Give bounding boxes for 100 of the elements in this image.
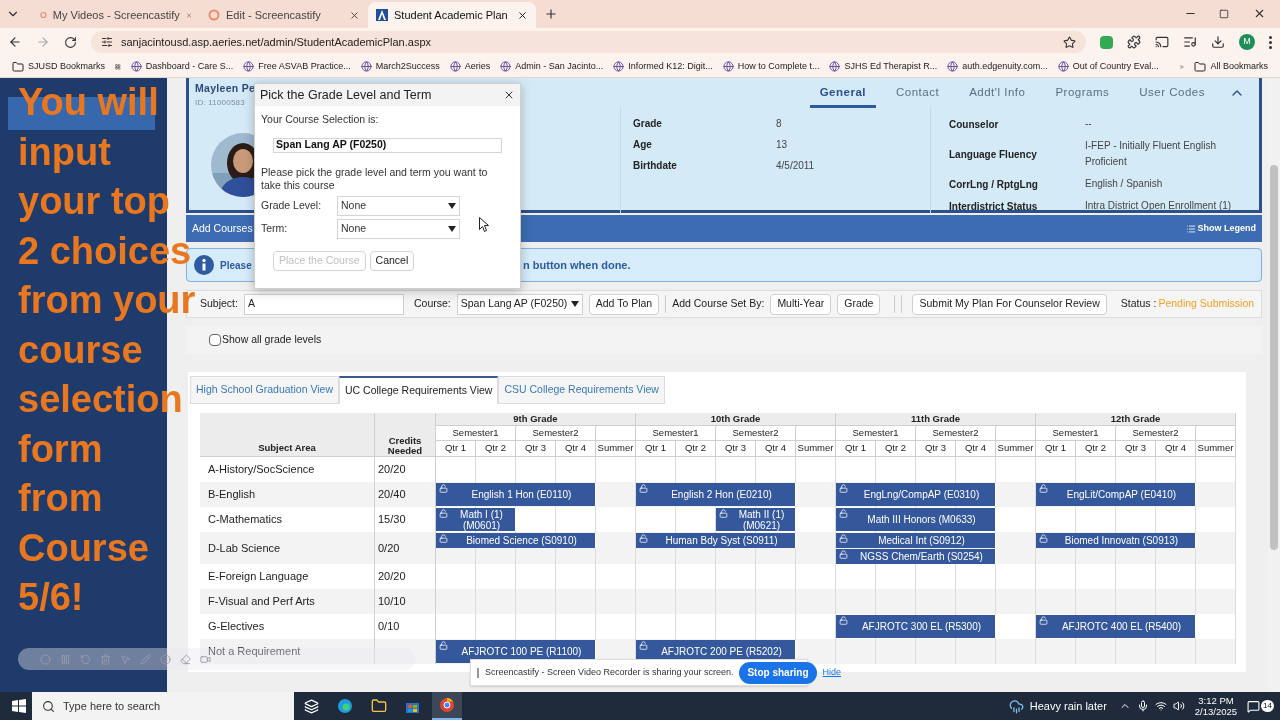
add-to-plan-button[interactable]: Add To Plan xyxy=(588,293,660,315)
close-icon[interactable] xyxy=(503,89,515,101)
course-block[interactable]: EngLng/CompAP (E0310) xyxy=(836,483,996,506)
course-block[interactable]: EngLit/CompAP (E0410) xyxy=(1036,483,1196,506)
quarter-header: Qtr 4 xyxy=(956,441,996,457)
browser-tab[interactable]: My Videos - Screencastify xyxy=(32,2,200,28)
restart-icon[interactable] xyxy=(80,653,91,665)
media-icon[interactable] xyxy=(1183,35,1197,49)
student-id: ID: 11000583 xyxy=(195,96,245,109)
course-selection-field: Span Lang AP (F0250) xyxy=(273,137,502,153)
subject-select[interactable]: A xyxy=(243,293,404,315)
profile-tab[interactable]: Contact xyxy=(886,84,950,109)
bookmark[interactable]: Admin - San Jacinto... xyxy=(500,59,604,74)
url-text: sanjacintousd.asp.aeries.net/admin/StudentAcademicPlan.aspx xyxy=(121,34,433,50)
bookmark[interactable]: SJUSD Bookmarks xyxy=(12,59,106,74)
caption-overlay: from xyxy=(18,476,103,521)
course-block[interactable]: Math I (1) (M0601) xyxy=(436,508,516,531)
course-block[interactable]: Medical Int (S0912) xyxy=(836,532,996,548)
caret-icon xyxy=(448,202,456,209)
hide-link[interactable]: Hide xyxy=(822,665,842,680)
close-icon[interactable] xyxy=(517,9,528,21)
volume-icon[interactable] xyxy=(1172,700,1185,712)
dialog-button[interactable]: Cancel xyxy=(369,250,415,271)
scrollbar-thumb[interactable] xyxy=(1270,165,1278,550)
semester-header: Semester1 xyxy=(1036,426,1116,441)
bookmark[interactable]: SJHS Ed Therapist R... xyxy=(829,59,938,74)
reload-icon[interactable] xyxy=(64,35,77,49)
submit-plan-button[interactable]: Submit My Plan For Counselor Review xyxy=(912,293,1107,315)
section-title: Add Courses xyxy=(192,220,253,236)
quarter-header: Summer xyxy=(596,441,636,457)
site-settings-icon[interactable] xyxy=(101,36,113,48)
logo-icon xyxy=(40,9,47,21)
show-legend-button[interactable]: Show Legend xyxy=(1185,221,1256,236)
bookmark-star-icon[interactable] xyxy=(1063,35,1076,49)
smiley-icon[interactable] xyxy=(160,653,171,665)
extension-icon[interactable] xyxy=(1100,35,1113,49)
course-block[interactable]: English 1 Hon (E0110) xyxy=(436,483,596,506)
profile-tab[interactable]: Programs xyxy=(1045,84,1120,109)
course-block[interactable]: Human Bdy Syst (S0911) xyxy=(636,532,796,548)
course-block[interactable]: AFJROTC 300 EL (R5300) xyxy=(836,615,996,638)
close-icon[interactable] xyxy=(1253,7,1266,20)
bookmark[interactable]: Out of Country Eval... xyxy=(1057,59,1159,74)
bookmark[interactable]: auth.edgenuity.com... xyxy=(947,59,1048,74)
course-block[interactable]: Math III Honors (M0633) xyxy=(836,508,996,531)
extensions-icon[interactable] xyxy=(1127,35,1141,49)
course-block[interactable]: Math II (1) (M0621) xyxy=(716,508,796,531)
folder-icon[interactable] xyxy=(371,698,387,714)
profile-avatar[interactable]: M xyxy=(1239,34,1255,50)
course-block[interactable]: Biomed Science (S0910) xyxy=(436,532,596,548)
task-view-icon[interactable] xyxy=(304,698,319,714)
profile-tab[interactable]: Addt'l Info xyxy=(959,84,1036,109)
new-tab-icon[interactable] xyxy=(544,7,558,21)
profile-tab[interactable]: User Codes xyxy=(1129,84,1215,109)
browser-tab[interactable]: Edit - Screencastify xyxy=(200,2,368,28)
dropdown[interactable]: None xyxy=(337,195,460,216)
caret-icon xyxy=(570,301,579,307)
network-icon[interactable] xyxy=(1154,700,1167,712)
menu-icon[interactable] xyxy=(1269,35,1272,49)
semester-header: Semester2 xyxy=(516,426,596,441)
view-tab[interactable]: High School Graduation View xyxy=(190,376,339,404)
course-block[interactable]: Biomed Innovatn (S0913) xyxy=(1036,532,1196,548)
taskbar-search-field[interactable]: Type here to search xyxy=(32,692,294,720)
view-tab[interactable]: UC College Requirements View xyxy=(339,376,499,404)
detail-value: 8 xyxy=(776,117,782,131)
bookmark[interactable]: Dashboard - Care S... xyxy=(130,59,234,74)
bookmark[interactable]: March2Success xyxy=(360,59,440,74)
bookmark[interactable]: Free ASVAB Practice... xyxy=(243,59,351,74)
search-icon xyxy=(42,699,55,713)
stop-sharing-button[interactable]: Stop sharing xyxy=(739,661,817,684)
maximize-icon[interactable] xyxy=(1219,9,1229,19)
caption-overlay: Course xyxy=(18,525,149,571)
tab-title: My Videos - Screencastify xyxy=(52,7,180,23)
browser-tab[interactable]: Student Academic Plan xyxy=(368,2,536,28)
course-select[interactable]: Span Lang AP (F0250) xyxy=(456,293,583,315)
globe-icon xyxy=(500,61,512,72)
course-set-button[interactable]: Grade xyxy=(837,293,881,315)
address-bar[interactable]: sanjacintousd.asp.aeries.net/admin/StudentAcademicPlan.aspx xyxy=(91,31,1086,53)
microphone-icon[interactable] xyxy=(1136,700,1149,712)
course-set-button[interactable]: Multi-Year xyxy=(770,293,832,315)
cast-icon[interactable] xyxy=(1155,35,1169,49)
notifications-button[interactable]: 14 xyxy=(1247,699,1274,713)
folder-icon xyxy=(1194,60,1207,73)
course-block[interactable]: NGSS Chem/Earth (S0254) xyxy=(836,548,996,564)
bookmark[interactable]: All Bookmarks xyxy=(1194,59,1268,74)
start-icon[interactable] xyxy=(12,699,26,713)
view-tab[interactable]: CSU College Requirements View xyxy=(498,376,665,404)
dropdown[interactable]: None xyxy=(337,218,460,239)
bookmark[interactable]: Informed K12: Digit... xyxy=(613,59,713,74)
back-icon[interactable] xyxy=(8,35,22,49)
download-icon[interactable] xyxy=(1211,35,1225,49)
course-block[interactable]: AFJROTC 400 EL (R5400) xyxy=(1036,615,1196,638)
taskbar-app[interactable] xyxy=(432,692,462,720)
close-icon[interactable] xyxy=(349,9,360,21)
profile-tab[interactable]: General xyxy=(809,84,876,109)
bookmark[interactable]: How to Complete t... xyxy=(722,59,820,74)
quarter-header: Qtr 2 xyxy=(476,441,516,457)
browser-icon[interactable] xyxy=(337,698,353,714)
course-block[interactable]: English 2 Hon (E0210) xyxy=(636,483,796,506)
bookmark[interactable]: Aeries xyxy=(449,59,491,74)
checkbox[interactable] xyxy=(209,334,221,346)
